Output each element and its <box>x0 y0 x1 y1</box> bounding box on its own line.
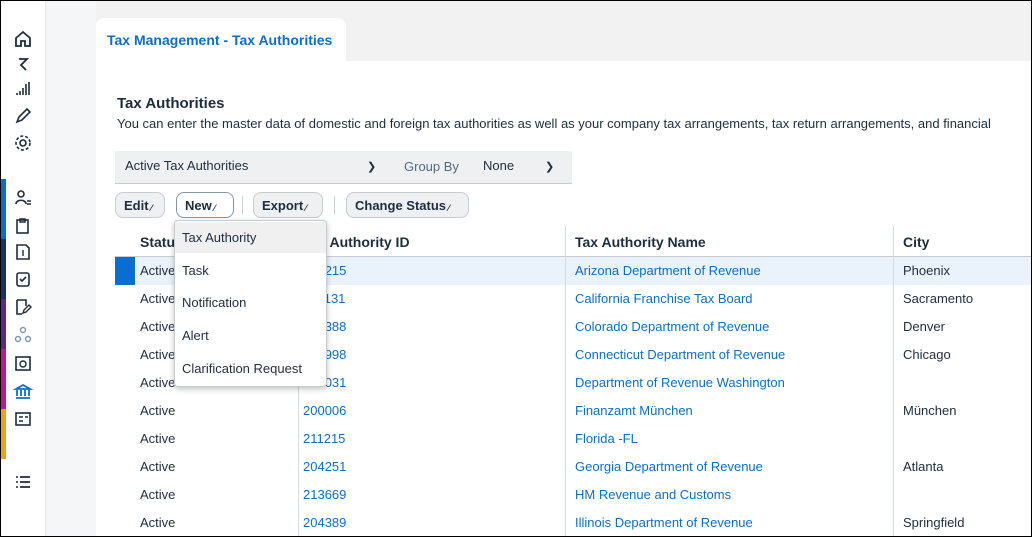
cell-status: Active <box>140 375 176 390</box>
calendar-search-icon[interactable] <box>1 349 45 376</box>
chevron-down-icon[interactable]: ❯ <box>367 160 376 173</box>
change-status-button[interactable]: Change Status ⁄ <box>346 192 469 218</box>
cell-tax-authority-name[interactable]: Colorado Department of Revenue <box>575 319 769 334</box>
cell-tax-authority-id[interactable]: 204251 <box>303 459 346 474</box>
cell-status: Active <box>140 487 176 502</box>
report-icon[interactable] <box>1 405 45 432</box>
cell-city: Springfield <box>903 515 965 530</box>
menu-indicator-icon: ⁄ <box>448 203 450 213</box>
cell-tax-authority-id[interactable]: 213669 <box>303 487 346 502</box>
chart-icon[interactable] <box>1 75 45 102</box>
cell-tax-authority-name[interactable]: Georgia Department of Revenue <box>575 459 763 474</box>
table-row[interactable]: Active 211215 Florida -FL <box>115 425 1031 454</box>
row-selection-marker <box>115 257 135 285</box>
new-button[interactable]: New ⁄ <box>176 192 234 218</box>
menu-indicator-icon: ⁄ <box>150 203 153 213</box>
cell-tax-authority-name[interactable]: Finanzamt München <box>575 403 693 418</box>
cell-city: Sacramento <box>903 291 974 306</box>
cell-city: Atlanta <box>903 459 944 474</box>
cell-tax-authority-name[interactable]: Department of Revenue Washington <box>575 375 785 390</box>
cell-tax-authority-name[interactable]: Arizona Department of Revenue <box>575 263 761 278</box>
table-row[interactable]: Active 204251 Georgia Department of Revenu… <box>115 453 1031 482</box>
app-window: Tax Management - Tax Authorities Tax Aut… <box>0 0 1032 537</box>
tab-tax-authorities[interactable]: Tax Management - Tax Authorities <box>96 18 346 61</box>
view-select[interactable]: Active Tax Authorities <box>125 158 248 173</box>
cell-tax-authority-id[interactable]: 200006 <box>303 403 346 418</box>
toolbar-separator <box>242 196 243 214</box>
table-row[interactable]: Active 213669 HM Revenue and Customs <box>115 481 1031 510</box>
table-row[interactable]: Active 204389 Illinois Department of Reven… <box>115 509 1031 536</box>
menu-item-notification[interactable]: Notification <box>175 287 326 318</box>
bank-icon[interactable] <box>1 378 45 405</box>
menu-indicator-icon: ⁄ <box>213 203 216 213</box>
cell-status: Active <box>140 403 176 418</box>
clipboard-check-icon[interactable] <box>1 265 45 292</box>
cell-city: Phoenix <box>903 263 950 278</box>
table-row[interactable]: Active 200006 Finanzamt München München <box>115 397 1031 426</box>
cell-tax-authority-name[interactable]: California Franchise Tax Board <box>575 291 753 306</box>
column-divider <box>565 226 566 536</box>
document-dollar-icon[interactable] <box>1 238 45 265</box>
export-button-label: Export <box>262 197 304 213</box>
cell-status: Active <box>140 431 176 446</box>
page-description: You can enter the master data of domesti… <box>117 116 991 131</box>
home-icon[interactable] <box>1 25 45 52</box>
cell-status: Active <box>140 319 176 334</box>
settings-icon[interactable] <box>1 129 45 156</box>
cell-status: Active <box>140 291 176 306</box>
cell-tax-authority-name[interactable]: Illinois Department of Revenue <box>575 515 753 530</box>
page-title: Tax Authorities <box>117 95 225 112</box>
edit-button-label: Edit <box>124 197 149 213</box>
activity-icon[interactable] <box>1 50 45 77</box>
menu-indicator-icon: ⁄ <box>305 203 307 213</box>
menu-item-task[interactable]: Task <box>175 255 326 286</box>
document-edit-icon[interactable] <box>1 293 45 320</box>
filter-bar: Active Tax Authorities ❯ Group By None ❯ <box>115 151 572 184</box>
header-city[interactable]: City <box>903 234 929 250</box>
menu-item-clarification-request[interactable]: Clarification Request <box>175 353 326 384</box>
edit-icon[interactable] <box>1 102 45 129</box>
cell-tax-authority-id[interactable]: 204389 <box>303 515 346 530</box>
menu-item-tax-authority[interactable]: Tax Authority <box>175 222 326 253</box>
cell-status: Active <box>140 263 176 278</box>
cell-tax-authority-name[interactable]: Florida -FL <box>575 431 638 446</box>
cell-status: Active <box>140 515 176 530</box>
new-button-label: New <box>185 197 212 213</box>
change-status-button-label: Change Status <box>355 197 447 213</box>
cell-status: Active <box>140 347 176 362</box>
person-list-icon[interactable] <box>1 184 45 211</box>
org-icon[interactable] <box>1 321 45 348</box>
cell-tax-authority-name[interactable]: HM Revenue and Customs <box>575 487 731 502</box>
cell-tax-authority-name[interactable]: Connecticut Department of Revenue <box>575 347 785 362</box>
cell-city: Chicago <box>903 347 951 362</box>
header-tax-authority-name[interactable]: Tax Authority Name <box>575 234 706 250</box>
group-by-label: Group By <box>404 159 459 174</box>
list-icon[interactable] <box>1 468 45 495</box>
menu-item-alert[interactable]: Alert <box>175 320 326 351</box>
new-dropdown-menu: Tax Authority Task Notification Alert Cl… <box>174 220 327 387</box>
edit-button[interactable]: Edit ⁄ <box>115 192 165 218</box>
export-button[interactable]: Export ⁄ <box>253 192 323 218</box>
cell-city: München <box>903 403 957 418</box>
toolbar-separator <box>334 196 335 214</box>
clipboard-dollar-icon[interactable] <box>1 212 45 239</box>
cell-city: Denver <box>903 319 945 334</box>
group-by-select[interactable]: None <box>483 158 514 173</box>
column-divider <box>893 226 894 536</box>
cell-status: Active <box>140 459 176 474</box>
chevron-down-icon[interactable]: ❯ <box>545 160 554 173</box>
cell-tax-authority-id[interactable]: 211215 <box>303 431 345 446</box>
left-nav-rail <box>1 1 46 536</box>
